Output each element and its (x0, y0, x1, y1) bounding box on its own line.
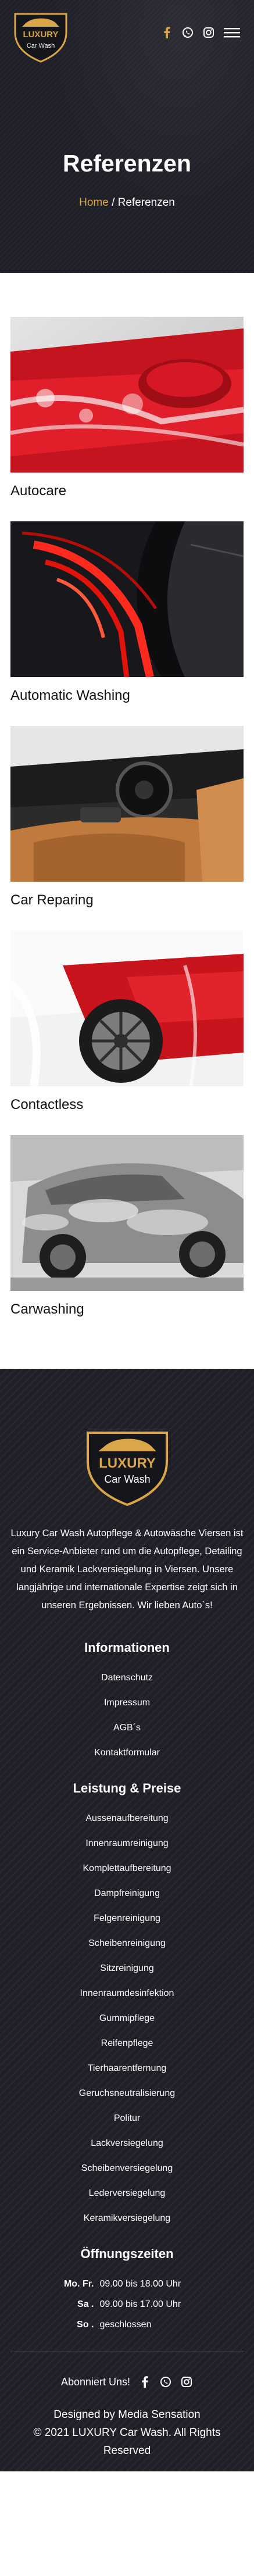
instagram-icon[interactable] (180, 2375, 193, 2388)
footer-follow: Abonniert Uns! (10, 2375, 244, 2388)
hours-time: geschlossen (99, 2320, 152, 2330)
footer-info-heading: Informationen (84, 1640, 170, 1655)
svg-text:Car Wash: Car Wash (27, 42, 55, 49)
instagram-icon[interactable] (203, 27, 214, 38)
service-link[interactable]: Innenraumreinigung (85, 1838, 168, 1848)
service-link[interactable]: Geruchsneutralisierung (79, 2088, 175, 2098)
follow-label: Abonniert Uns! (60, 2375, 131, 2388)
service-link[interactable]: Gummipflege (99, 2013, 155, 2023)
service-link[interactable]: Felgenreinigung (94, 1913, 160, 1923)
references-gallery: Autocare Automatic Washing Car Reparing … (0, 273, 254, 1369)
svg-text:LUXURY: LUXURY (99, 1455, 156, 1471)
gallery-image-carwashing[interactable] (10, 1135, 244, 1291)
hours-day: So . (77, 2320, 94, 2330)
site-logo[interactable]: LUXURY Car Wash (10, 6, 71, 64)
gallery-item: Car Reparing (10, 726, 244, 908)
service-link[interactable]: Dampfreinigung (94, 1888, 160, 1898)
menu-icon[interactable] (224, 27, 240, 38)
service-link[interactable]: Scheibenversiegelung (81, 2163, 173, 2173)
breadcrumb-current: Referenzen (117, 196, 175, 209)
hours-day: Mo. Fr. (63, 2279, 94, 2289)
footer-link-agb[interactable]: AGB´s (113, 1723, 141, 1733)
site-footer: LUXURY Car Wash Luxury Car Wash Autopfle… (0, 1369, 254, 2471)
facebook-icon[interactable] (161, 27, 173, 38)
service-link[interactable]: Komplettaufbereitung (83, 1863, 171, 1873)
service-link[interactable]: Reifenpflege (101, 2038, 153, 2048)
hours-time: 09.00 bis 18.00 Uhr (99, 2279, 181, 2289)
hours-time: 09.00 bis 17.00 Uhr (99, 2299, 181, 2309)
footer-link-kontaktformular[interactable]: Kontaktformular (94, 1748, 160, 1758)
designed-by: Designed by Media Sensation (53, 2409, 201, 2421)
footer-services-heading: Leistung & Preise (73, 1781, 181, 1795)
footer-logo[interactable]: LUXURY Car Wash (81, 1421, 174, 1508)
gallery-item-title: Autocare (10, 483, 67, 499)
service-link[interactable]: Keramikversiegelung (84, 2213, 170, 2223)
footer-about-text: Luxury Car Wash Autopflege & Autowäsche … (10, 1528, 244, 1611)
svg-text:LUXURY: LUXURY (23, 30, 58, 40)
hours-row: Sa . 09.00 bis 17.00 Uhr (10, 2298, 244, 2310)
top-navigation: LUXURY Car Wash (0, 0, 254, 70)
gallery-item: Carwashing (10, 1135, 244, 1318)
hours-day: Sa . (77, 2299, 94, 2309)
gallery-item: Automatic Washing (10, 521, 244, 704)
gallery-item: Contactless (10, 931, 244, 1113)
footer-link-impressum[interactable]: Impressum (104, 1698, 150, 1708)
service-link[interactable]: Innenraumdesinfektion (80, 1988, 174, 1998)
service-link[interactable]: Tierhaarentfernung (88, 2063, 167, 2073)
gallery-item: Autocare (10, 317, 244, 499)
facebook-icon[interactable] (138, 2375, 151, 2388)
hours-row: So . geschlossen (10, 2319, 244, 2331)
page-header: LUXURY Car Wash Referenzen Home / Refere… (0, 0, 254, 273)
gallery-item-title: Automatic Washing (10, 688, 130, 703)
footer-link-datenschutz[interactable]: Datenschutz (101, 1673, 153, 1683)
footer-hours-heading: Öffnungszeiten (80, 2246, 174, 2261)
hours-row: Mo. Fr. 09.00 bis 18.00 Uhr (10, 2278, 244, 2290)
service-link[interactable]: Politur (114, 2113, 140, 2123)
header-social-links (161, 27, 240, 38)
breadcrumb-separator: / (108, 196, 118, 209)
breadcrumb-home-link[interactable]: Home (79, 196, 109, 209)
gallery-image-car-reparing[interactable] (10, 726, 244, 882)
service-link[interactable]: Lederversiegelung (89, 2188, 166, 2198)
gallery-image-autocare[interactable] (10, 317, 244, 473)
service-link[interactable]: Sitzreinigung (100, 1963, 154, 1973)
gallery-image-automatic-washing[interactable] (10, 521, 244, 677)
svg-text:Car Wash: Car Wash (104, 1473, 150, 1485)
service-link[interactable]: Aussenaufbereitung (85, 1813, 168, 1823)
whatsapp-icon[interactable] (182, 27, 194, 38)
footer-service-links: Aussenaufbereitung Innenraumreinigung Ko… (10, 1812, 244, 2224)
service-link[interactable]: Lackversiegelung (91, 2138, 163, 2148)
breadcrumb: Home / Referenzen (0, 196, 254, 209)
opening-hours: Mo. Fr. 09.00 bis 18.00 Uhr Sa . 09.00 bis… (10, 2278, 244, 2331)
page-title: Referenzen (62, 150, 191, 177)
footer-info-links: Datenschutz Impressum AGB´s Kontaktformu… (10, 1672, 244, 1759)
service-link[interactable]: Scheibenreinigung (88, 1938, 166, 1948)
logo-emblem: LUXURY Car Wash (14, 13, 67, 63)
gallery-item-title: Carwashing (10, 1301, 84, 1317)
gallery-image-contactless[interactable] (10, 931, 244, 1086)
copyright: © 2021 LUXURY Car Wash. All Rights Reser… (33, 2427, 221, 2457)
whatsapp-icon[interactable] (159, 2375, 172, 2388)
gallery-item-title: Car Reparing (10, 892, 94, 908)
gallery-item-title: Contactless (10, 1097, 84, 1112)
